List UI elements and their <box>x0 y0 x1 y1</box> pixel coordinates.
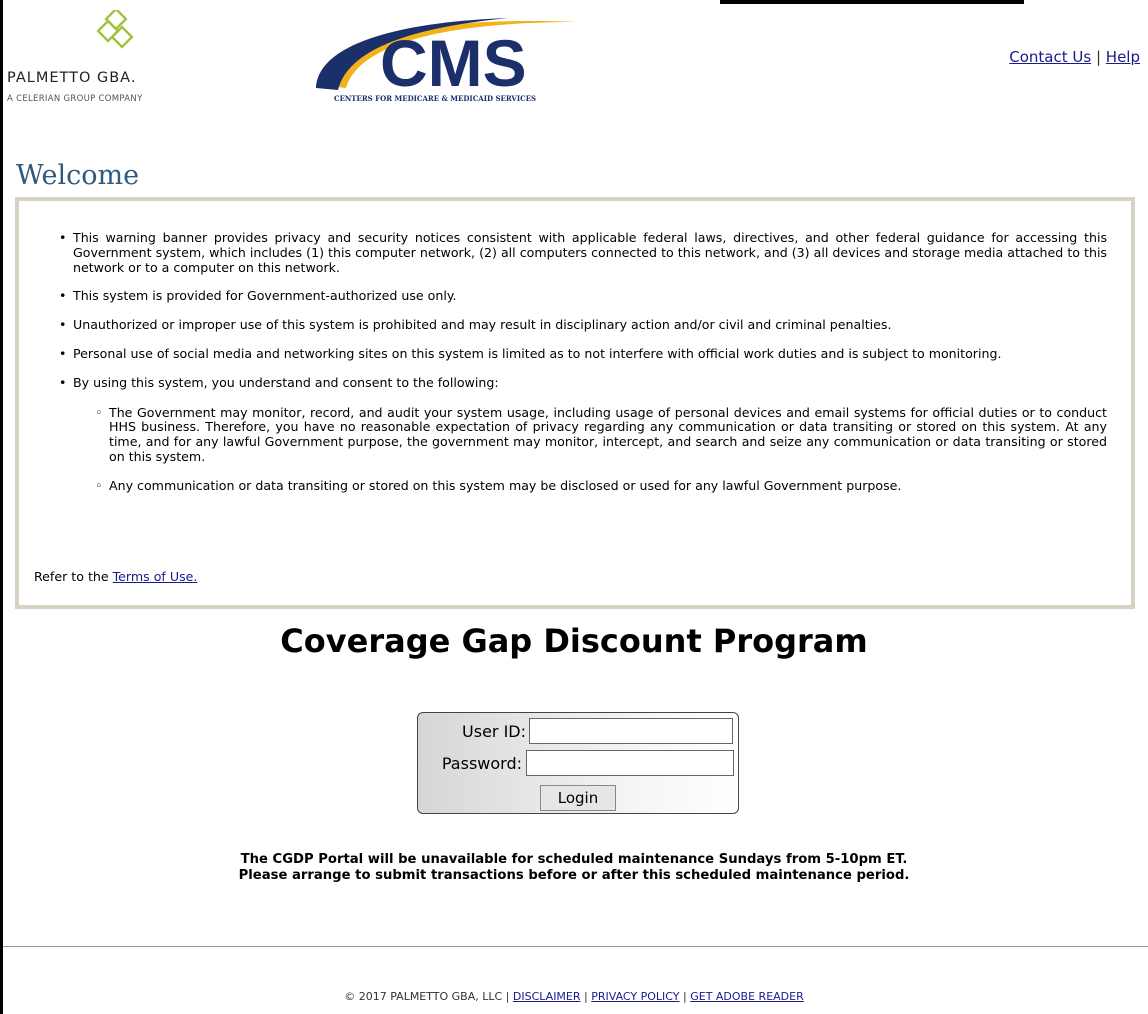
contact-us-link[interactable]: Contact Us <box>1009 48 1091 66</box>
footer-separator: | <box>683 990 687 1003</box>
get-adobe-reader-link[interactable]: GET ADOBE READER <box>690 990 804 1003</box>
terms-prefix: Refer to the <box>34 569 113 584</box>
banner-item-consent: By using this system, you understand and… <box>59 374 1107 494</box>
maintenance-notice: The CGDP Portal will be unavailable for … <box>0 852 1148 884</box>
login-button[interactable]: Login <box>540 785 616 811</box>
program-title: Coverage Gap Discount Program <box>280 622 868 660</box>
user-id-label: User ID: <box>462 722 526 741</box>
privacy-policy-link[interactable]: PRIVACY POLICY <box>591 990 679 1003</box>
divider <box>3 946 1148 947</box>
banner-item: Personal use of social media and network… <box>59 346 1107 362</box>
warning-banner: This warning banner provides privacy and… <box>15 197 1135 609</box>
maintenance-line-2: Please arrange to submit transactions be… <box>238 868 910 883</box>
password-input[interactable] <box>526 750 734 776</box>
footer: © 2017 PALMETTO GBA, LLC | DISCLAIMER | … <box>0 990 1148 1003</box>
palmetto-gba-logo: PALMETTO GBA. A CELERIAN GROUP COMPANY <box>5 8 215 108</box>
welcome-heading: Welcome <box>16 160 140 191</box>
terms-of-use-link[interactable]: Terms of Use. <box>113 569 198 584</box>
banner-item-consent-text: By using this system, you understand and… <box>73 374 499 390</box>
palmetto-name: PALMETTO GBA. <box>7 70 137 86</box>
help-link[interactable]: Help <box>1106 48 1140 66</box>
banner-item: Unauthorized or improper use of this sys… <box>59 317 1107 333</box>
maintenance-line-1: The CGDP Portal will be unavailable for … <box>240 852 908 867</box>
terms-line: Refer to the Terms of Use. <box>34 569 197 584</box>
cms-swoosh-icon: CMS <box>316 18 578 100</box>
cms-tagline: CENTERS FOR MEDICARE & MEDICAID SERVICES <box>334 94 537 103</box>
password-label: Password: <box>441 754 522 773</box>
disclaimer-link[interactable]: DISCLAIMER <box>513 990 581 1003</box>
cms-logo: CMS CENTERS FOR MEDICARE & MEDICAID SERV… <box>308 8 608 108</box>
banner-item: This system is provided for Government-a… <box>59 289 1107 304</box>
link-separator: | <box>1095 48 1102 66</box>
banner-item: This warning banner provides privacy and… <box>59 230 1107 275</box>
footer-separator: | <box>505 990 510 1003</box>
banner-subitem: Any communication or data transiting or … <box>95 478 1107 494</box>
palmetto-leaf-icon <box>96 10 134 49</box>
copyright: © 2017 PALMETTO GBA, LLC <box>344 990 503 1003</box>
banner-subitem: The Government may monitor, record, and … <box>95 405 1107 465</box>
user-id-input[interactable] <box>529 718 733 744</box>
footer-separator: | <box>584 990 588 1003</box>
palmetto-tagline: A CELERIAN GROUP COMPANY <box>7 94 143 104</box>
banner-list: This warning banner provides privacy and… <box>59 230 1107 508</box>
top-links: Contact Us | Help <box>1009 48 1140 66</box>
header: PALMETTO GBA. A CELERIAN GROUP COMPANY C… <box>3 0 1148 130</box>
login-form: User ID: Password: Login <box>417 712 739 814</box>
cms-letters: CMS <box>380 26 527 98</box>
banner-sublist: The Government may monitor, record, and … <box>95 405 1107 494</box>
